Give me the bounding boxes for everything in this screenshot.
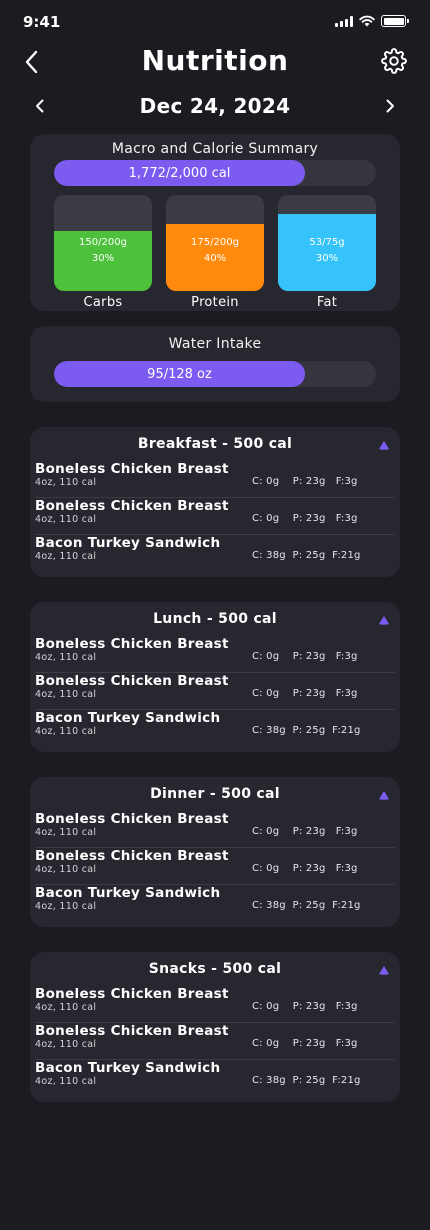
food-macros: C: 0g P: 23g F:3g	[252, 826, 358, 837]
macro-amount: 53/75g	[309, 237, 345, 248]
food-item[interactable]: Boneless Chicken Breast 4oz, 110 cal C: …	[35, 811, 395, 848]
food-portion: 4oz, 110 cal	[35, 514, 97, 525]
macro-gauge: 150/200g 30%	[54, 195, 152, 291]
macro-breakdown: 150/200g 30% Carbs 175/200g 40% Protein …	[54, 195, 376, 310]
macro-gauge: 175/200g 40%	[166, 195, 264, 291]
calorie-progress-bar: 1,772/2,000 cal	[54, 160, 376, 186]
page-title: Nutrition	[141, 44, 289, 77]
food-item[interactable]: Bacon Turkey Sandwich 4oz, 110 cal C: 38…	[35, 1060, 395, 1097]
food-portion: 4oz, 110 cal	[35, 1002, 97, 1013]
current-date: Dec 24, 2024	[139, 94, 291, 118]
macro-percent: 30%	[315, 253, 339, 264]
macro-protein: 175/200g 40% Protein	[166, 195, 264, 310]
food-macros: C: 0g P: 23g F:3g	[252, 476, 358, 487]
macro-fat: 53/75g 30% Fat	[278, 195, 376, 310]
food-item[interactable]: Bacon Turkey Sandwich 4oz, 110 cal C: 38…	[35, 710, 395, 747]
food-macros: C: 0g P: 23g F:3g	[252, 651, 358, 662]
macro-carbs: 150/200g 30% Carbs	[54, 195, 152, 310]
date-navigator: Dec 24, 2024	[0, 92, 430, 120]
macro-gauge: 53/75g 30%	[278, 195, 376, 291]
food-item[interactable]: Boneless Chicken Breast 4oz, 110 cal C: …	[35, 461, 395, 498]
macro-calorie-summary-card: Macro and Calorie Summary 1,772/2,000 ca…	[30, 134, 400, 311]
food-name: Boneless Chicken Breast	[35, 848, 229, 864]
wifi-icon	[359, 15, 375, 27]
gear-icon	[381, 48, 407, 74]
macro-amount: 175/200g	[191, 237, 239, 248]
macro-percent: 30%	[91, 253, 115, 264]
food-name: Boneless Chicken Breast	[35, 986, 229, 1002]
water-progress-bar: 95/128 oz	[54, 361, 376, 387]
food-item[interactable]: Bacon Turkey Sandwich 4oz, 110 cal C: 38…	[35, 535, 395, 572]
food-portion: 4oz, 110 cal	[35, 827, 97, 838]
macro-label: Carbs	[83, 295, 123, 310]
food-portion: 4oz, 110 cal	[35, 652, 97, 663]
macro-percent: 40%	[203, 253, 227, 264]
food-portion: 4oz, 110 cal	[35, 477, 97, 488]
food-portion: 4oz, 110 cal	[35, 1076, 97, 1087]
water-progress-label: 95/128 oz	[147, 366, 212, 382]
food-portion: 4oz, 110 cal	[35, 901, 97, 912]
header: Nutrition	[0, 40, 430, 84]
food-macros: C: 0g P: 23g F:3g	[252, 688, 358, 699]
triangle-up-icon[interactable]	[378, 964, 390, 976]
food-macros: C: 38g P: 25g F:21g	[252, 725, 361, 736]
macro-label: Protein	[191, 295, 239, 310]
meal-title: Breakfast - 500 cal	[137, 436, 293, 452]
meal-card-lunch: Lunch - 500 cal Boneless Chicken Breast …	[30, 602, 400, 752]
settings-button[interactable]	[380, 47, 408, 75]
food-macros: C: 0g P: 23g F:3g	[252, 1038, 358, 1049]
food-name: Bacon Turkey Sandwich	[35, 1060, 221, 1076]
meal-card-dinner: Dinner - 500 cal Boneless Chicken Breast…	[30, 777, 400, 927]
food-name: Boneless Chicken Breast	[35, 673, 229, 689]
summary-title: Macro and Calorie Summary	[111, 141, 319, 157]
meal-title: Lunch - 500 cal	[153, 611, 277, 627]
water-intake-card: Water Intake 95/128 oz	[30, 326, 400, 402]
triangle-up-icon[interactable]	[378, 614, 390, 626]
macro-label: Fat	[316, 295, 338, 310]
food-name: Boneless Chicken Breast	[35, 1023, 229, 1039]
food-item[interactable]: Boneless Chicken Breast 4oz, 110 cal C: …	[35, 673, 395, 710]
calorie-progress-label: 1,772/2,000 cal	[128, 165, 231, 181]
triangle-up-icon[interactable]	[378, 789, 390, 801]
meal-title: Snacks - 500 cal	[148, 961, 282, 977]
food-portion: 4oz, 110 cal	[35, 864, 97, 875]
meal-card-breakfast: Breakfast - 500 cal Boneless Chicken Bre…	[30, 427, 400, 577]
food-item[interactable]: Bacon Turkey Sandwich 4oz, 110 cal C: 38…	[35, 885, 395, 922]
status-icons	[335, 15, 409, 27]
food-macros: C: 38g P: 25g F:21g	[252, 900, 361, 911]
food-name: Boneless Chicken Breast	[35, 636, 229, 652]
food-macros: C: 38g P: 25g F:21g	[252, 550, 361, 561]
food-portion: 4oz, 110 cal	[35, 689, 97, 700]
food-name: Boneless Chicken Breast	[35, 498, 229, 514]
status-time: 9:41	[23, 13, 61, 31]
food-macros: C: 0g P: 23g F:3g	[252, 1001, 358, 1012]
triangle-up-icon[interactable]	[378, 439, 390, 451]
food-portion: 4oz, 110 cal	[35, 726, 97, 737]
food-macros: C: 38g P: 25g F:21g	[252, 1075, 361, 1086]
food-item[interactable]: Boneless Chicken Breast 4oz, 110 cal C: …	[35, 848, 395, 885]
food-item[interactable]: Boneless Chicken Breast 4oz, 110 cal C: …	[35, 636, 395, 673]
food-macros: C: 0g P: 23g F:3g	[252, 863, 358, 874]
food-name: Bacon Turkey Sandwich	[35, 885, 221, 901]
food-name: Bacon Turkey Sandwich	[35, 535, 221, 551]
macro-amount: 150/200g	[79, 237, 127, 248]
food-item[interactable]: Boneless Chicken Breast 4oz, 110 cal C: …	[35, 1023, 395, 1060]
food-name: Boneless Chicken Breast	[35, 811, 229, 827]
battery-icon	[381, 15, 409, 27]
food-name: Boneless Chicken Breast	[35, 461, 229, 477]
food-name: Bacon Turkey Sandwich	[35, 710, 221, 726]
signal-icon	[335, 15, 353, 27]
water-title: Water Intake	[168, 336, 262, 352]
next-day-button[interactable]	[380, 96, 400, 116]
food-item[interactable]: Boneless Chicken Breast 4oz, 110 cal C: …	[35, 498, 395, 535]
food-portion: 4oz, 110 cal	[35, 1039, 97, 1050]
meal-card-snacks: Snacks - 500 cal Boneless Chicken Breast…	[30, 952, 400, 1102]
food-macros: C: 0g P: 23g F:3g	[252, 513, 358, 524]
meal-title: Dinner - 500 cal	[150, 786, 280, 802]
food-item[interactable]: Boneless Chicken Breast 4oz, 110 cal C: …	[35, 986, 395, 1023]
status-bar: 9:41	[0, 0, 430, 44]
food-portion: 4oz, 110 cal	[35, 551, 97, 562]
chevron-right-icon	[386, 99, 394, 113]
